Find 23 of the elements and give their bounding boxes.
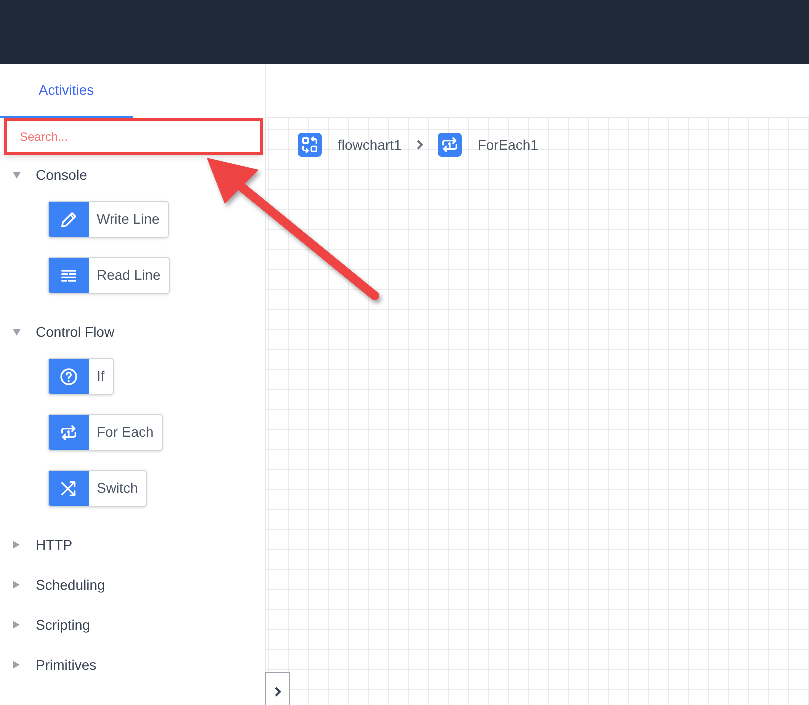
category-label[interactable]: Scheduling bbox=[36, 574, 106, 596]
activity-button[interactable]: If bbox=[48, 358, 114, 395]
activity-button[interactable]: Switch bbox=[48, 470, 148, 507]
pencil-icon bbox=[59, 210, 79, 230]
category-label[interactable]: HTTP bbox=[36, 534, 73, 556]
chevron-right-icon bbox=[416, 139, 424, 151]
breadcrumb-link[interactable]: ForEach1 bbox=[478, 134, 539, 156]
breadcrumb-link[interactable]: flowchart1 bbox=[338, 134, 402, 156]
chevron-right-icon bbox=[274, 686, 282, 698]
activity-button[interactable]: For Each bbox=[48, 414, 163, 451]
category-label[interactable]: Scripting bbox=[36, 614, 90, 636]
search-field[interactable]: Search... bbox=[4, 118, 263, 155]
activity-button[interactable]: Write Line bbox=[48, 201, 169, 238]
expand-button[interactable] bbox=[265, 672, 290, 705]
activity-button[interactable]: Read Line bbox=[48, 257, 170, 294]
repeat-icon bbox=[59, 422, 79, 442]
category-label[interactable]: Primitives bbox=[36, 654, 97, 676]
category-label[interactable]: Control Flow bbox=[36, 322, 115, 342]
tab[interactable]: Activities bbox=[0, 64, 133, 118]
repeat-icon bbox=[438, 133, 462, 157]
question-circle-icon bbox=[59, 366, 79, 386]
flowchart-icon bbox=[298, 133, 322, 157]
category-label[interactable]: Console bbox=[36, 164, 88, 186]
